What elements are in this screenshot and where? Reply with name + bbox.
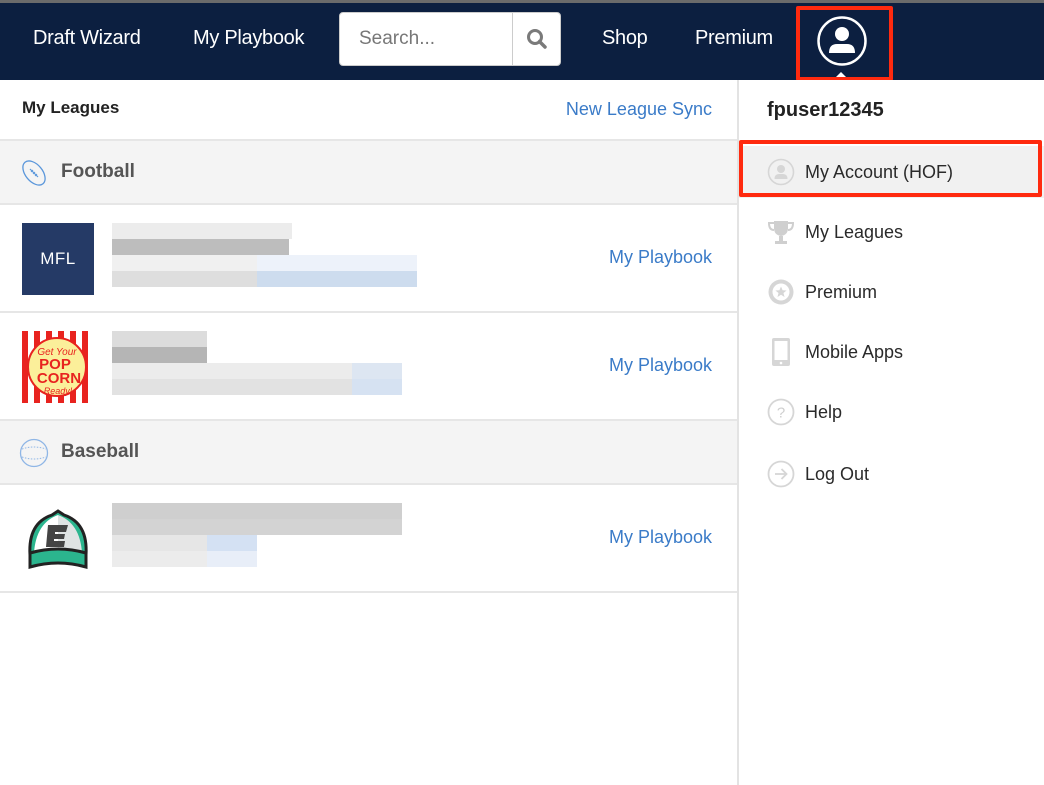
search-box xyxy=(339,12,561,66)
new-league-sync-link[interactable]: New League Sync xyxy=(566,99,712,120)
leagues-header: My Leagues New League Sync xyxy=(0,80,737,141)
phone-icon xyxy=(767,338,795,366)
league-row: My Playbook xyxy=(0,485,737,593)
menu-item-my-account[interactable]: My Account (HOF) xyxy=(739,146,1044,198)
badge-star-icon xyxy=(767,278,795,306)
my-playbook-link[interactable]: My Playbook xyxy=(609,247,712,268)
help-icon: ? xyxy=(767,398,795,426)
leagues-title: My Leagues xyxy=(22,98,120,117)
nav-premium[interactable]: Premium xyxy=(695,27,773,50)
menu-item-log-out[interactable]: Log Out xyxy=(739,448,1044,500)
menu-item-my-leagues[interactable]: My Leagues xyxy=(739,206,1044,258)
nav-draft-wizard[interactable]: Draft Wizard xyxy=(33,27,141,50)
sport-label: Baseball xyxy=(61,441,140,462)
user-circle-icon xyxy=(817,16,867,66)
menu-item-label: My Leagues xyxy=(805,221,904,242)
top-navbar: Draft Wizard My Playbook Shop Premium xyxy=(0,3,1044,80)
leagues-panel: My Leagues New League Sync Football MFL … xyxy=(0,80,737,785)
svg-text:CORN: CORN xyxy=(37,370,81,387)
menu-item-label: Mobile Apps xyxy=(805,341,904,362)
user-menu-button[interactable] xyxy=(814,13,870,69)
menu-item-label: Help xyxy=(805,401,843,422)
redacted-league-name xyxy=(112,503,402,567)
svg-text:Ready!: Ready! xyxy=(44,386,73,396)
dropdown-caret xyxy=(833,72,849,80)
search-input[interactable] xyxy=(340,13,512,65)
nav-shop[interactable]: Shop xyxy=(602,27,648,50)
username: fpuser12345 xyxy=(767,99,884,121)
redacted-league-name xyxy=(112,331,402,395)
popcorn-logo: Get Your POP CORN Ready! xyxy=(22,331,94,403)
menu-item-label: Premium xyxy=(805,281,878,302)
search-button[interactable] xyxy=(512,13,560,65)
trophy-icon xyxy=(767,218,795,246)
football-icon xyxy=(22,160,46,186)
search-icon xyxy=(526,29,547,49)
sport-header-football: Football xyxy=(0,141,737,205)
account-icon xyxy=(767,158,795,186)
account-menu-panel: fpuser12345 My Account (HOF) My Leagues xyxy=(737,80,1044,785)
menu-item-premium[interactable]: Premium xyxy=(739,266,1044,318)
sport-header-baseball: Baseball xyxy=(0,421,737,485)
league-row: Get Your POP CORN Ready! My Playbook xyxy=(0,313,737,421)
logout-icon xyxy=(767,460,795,488)
baseball-icon xyxy=(19,438,49,468)
espn-cap-logo xyxy=(28,509,88,569)
menu-item-help[interactable]: ? Help xyxy=(739,386,1044,438)
mfl-logo: MFL xyxy=(22,223,94,295)
my-playbook-link[interactable]: My Playbook xyxy=(609,355,712,376)
my-playbook-link[interactable]: My Playbook xyxy=(609,527,712,548)
sport-label: Football xyxy=(61,161,135,182)
league-row: MFL My Playbook xyxy=(0,205,737,313)
menu-item-label: My Account (HOF) xyxy=(805,161,954,182)
svg-text:?: ? xyxy=(777,405,785,422)
menu-item-mobile-apps[interactable]: Mobile Apps xyxy=(739,326,1044,378)
menu-item-label: Log Out xyxy=(805,463,870,484)
nav-my-playbook[interactable]: My Playbook xyxy=(193,27,305,50)
redacted-league-name xyxy=(112,223,417,287)
